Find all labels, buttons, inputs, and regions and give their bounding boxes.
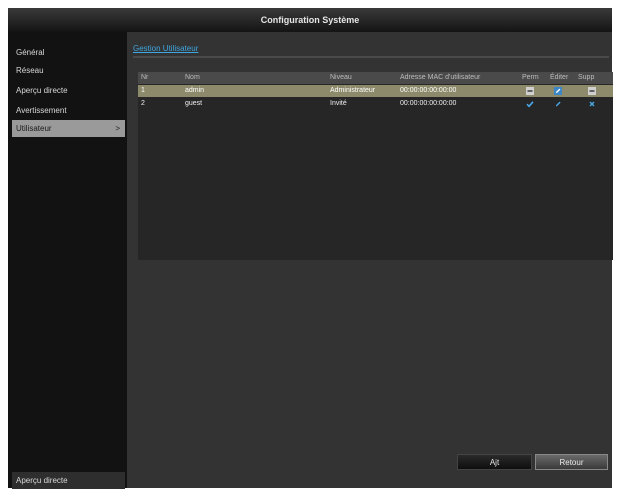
- header-nr: Nr: [141, 74, 149, 81]
- main-panel: Gestion Utilisateur Nr Nom Niveau Adress…: [127, 32, 613, 488]
- pencil-icon[interactable]: [554, 100, 562, 108]
- cell-name: guest: [185, 100, 203, 107]
- user-table: Nr Nom Niveau Adresse MAC d'utilisateur …: [138, 72, 613, 260]
- sidebar-item-label: Utilisateur: [16, 124, 52, 133]
- header-mac: Adresse MAC d'utilisateur: [400, 74, 481, 81]
- sidebar: Général Réseau Aperçu directe Avertissem…: [8, 32, 127, 489]
- cell-level: Administrateur: [330, 87, 376, 94]
- chevron-right-icon: >: [115, 124, 120, 133]
- header-level: Niveau: [330, 74, 352, 81]
- header-name: Nom: [185, 74, 200, 81]
- header-perm: Perm: [522, 74, 539, 81]
- cell-level: Invité: [330, 100, 347, 107]
- check-icon[interactable]: [526, 100, 534, 108]
- config-window: Configuration Système Général Réseau Ape…: [8, 8, 613, 489]
- sidebar-item-live-view[interactable]: Aperçu directe: [12, 82, 125, 99]
- tab-user-management[interactable]: Gestion Utilisateur: [133, 44, 198, 53]
- sidebar-item-label: Général: [16, 48, 45, 57]
- back-button[interactable]: Retour: [535, 454, 608, 470]
- add-button[interactable]: Ajt: [457, 454, 532, 470]
- sidebar-item-label: Réseau: [16, 66, 44, 75]
- live-view-button[interactable]: Aperçu directe: [12, 472, 125, 489]
- minus-icon[interactable]: [588, 87, 596, 95]
- sidebar-item-general[interactable]: Général: [12, 44, 125, 61]
- sidebar-item-alarm[interactable]: Avertissement: [12, 102, 125, 119]
- sidebar-item-label: Aperçu directe: [16, 86, 68, 95]
- cell-mac: 00:00:00:00:00:00: [400, 87, 457, 94]
- sidebar-item-user[interactable]: Utilisateur >: [12, 120, 125, 137]
- header-delete: Supp: [578, 74, 595, 81]
- x-icon[interactable]: [588, 100, 596, 108]
- sidebar-item-label: Avertissement: [16, 106, 67, 115]
- table-row[interactable]: 2 guest Invité 00:00:00:00:00:00: [138, 98, 613, 110]
- cell-nr: 1: [141, 87, 145, 94]
- window-title: Configuration Système: [8, 8, 612, 32]
- table-header: Nr Nom Niveau Adresse MAC d'utilisateur …: [138, 72, 613, 84]
- cell-nr: 2: [141, 100, 145, 107]
- pencil-icon[interactable]: [554, 87, 562, 95]
- minus-icon[interactable]: [526, 87, 534, 95]
- tab-underline: [133, 56, 609, 58]
- sidebar-item-network[interactable]: Réseau: [12, 62, 125, 79]
- header-edit: Éditer: [550, 74, 569, 81]
- table-row[interactable]: 1 admin Administrateur 00:00:00:00:00:00: [138, 85, 613, 97]
- cell-mac: 00:00:00:00:00:00: [400, 100, 457, 107]
- cell-name: admin: [185, 87, 205, 94]
